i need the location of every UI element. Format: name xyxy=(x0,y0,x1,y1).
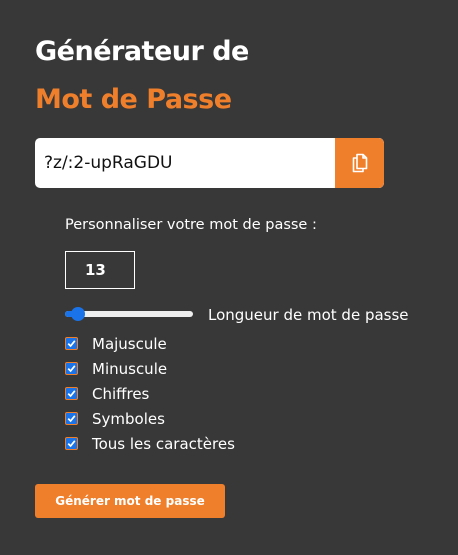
checkbox-digits[interactable] xyxy=(65,387,78,400)
checkmark-icon xyxy=(67,415,76,423)
copy-button[interactable] xyxy=(335,138,384,188)
checkbox-uppercase[interactable] xyxy=(65,337,78,350)
option-digits[interactable]: Chiffres xyxy=(65,381,235,406)
checkmark-icon xyxy=(67,440,76,448)
checkbox-symbols[interactable] xyxy=(65,412,78,425)
options-list: Majuscule Minuscule Chiffres Symboles To… xyxy=(65,331,235,456)
checkmark-icon xyxy=(67,365,76,373)
option-label: Majuscule xyxy=(92,334,167,353)
page-title-line2: Mot de Passe xyxy=(35,84,232,115)
customize-label: Personnaliser votre mot de passe : xyxy=(65,217,317,233)
page-title-line1: Générateur de xyxy=(35,36,249,67)
option-label: Symboles xyxy=(92,409,165,428)
option-uppercase[interactable]: Majuscule xyxy=(65,331,235,356)
option-label: Chiffres xyxy=(92,384,150,403)
copy-file-icon xyxy=(352,153,367,173)
generate-password-button[interactable]: Générer mot de passe xyxy=(35,484,225,518)
option-label: Tous les caractères xyxy=(92,434,235,453)
length-slider[interactable] xyxy=(65,306,193,322)
checkbox-lowercase[interactable] xyxy=(65,362,78,375)
option-symbols[interactable]: Symboles xyxy=(65,406,235,431)
option-lowercase[interactable]: Minuscule xyxy=(65,356,235,381)
password-output xyxy=(35,138,384,188)
checkmark-icon xyxy=(67,390,76,398)
option-label: Minuscule xyxy=(92,359,168,378)
option-all-characters[interactable]: Tous les caractères xyxy=(65,431,235,456)
checkmark-icon xyxy=(67,340,76,348)
slider-thumb[interactable] xyxy=(71,307,85,321)
password-field[interactable] xyxy=(35,138,335,188)
checkbox-all-characters[interactable] xyxy=(65,437,78,450)
length-value-field[interactable] xyxy=(65,251,135,289)
length-slider-label: Longueur de mot de passe xyxy=(208,306,409,324)
